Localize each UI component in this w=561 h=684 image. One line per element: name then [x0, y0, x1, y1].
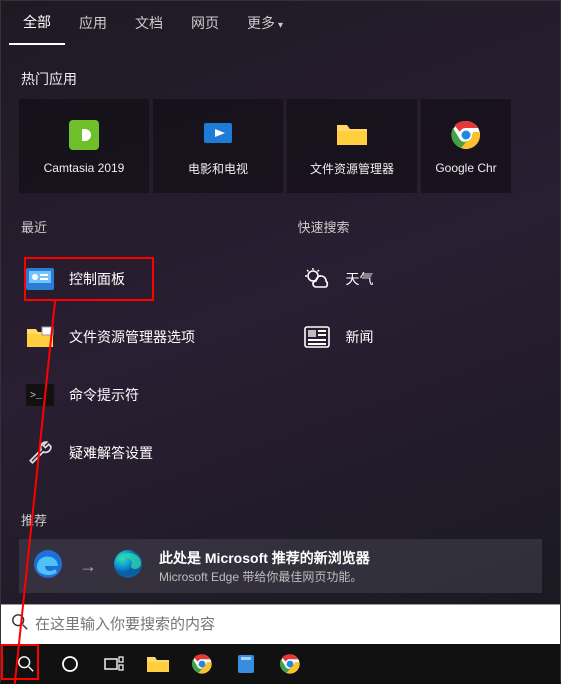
movies-icon [200, 116, 236, 152]
taskbar-explorer[interactable] [137, 645, 179, 683]
tab-more[interactable]: 更多▾ [233, 2, 297, 44]
edge-recommend-tile[interactable]: → 此处是 Microsoft 推荐的新浏览器 Microsoft Edge 带… [19, 539, 542, 593]
app-tile-explorer[interactable]: 文件资源管理器 [287, 99, 417, 193]
list-item-label: 疑难解答设置 [69, 443, 153, 463]
section-recommend: 推荐 [21, 510, 266, 529]
tab-web[interactable]: 网页 [177, 2, 233, 44]
tabs-row: 全部 应用 文档 网页 更多▾ [1, 1, 560, 45]
section-hot-apps: 热门应用 [1, 45, 560, 99]
app-tile-camtasia[interactable]: Camtasia 2019 [19, 99, 149, 193]
news-icon [302, 324, 332, 350]
recent-cmd[interactable]: >_ 命令提示符 [19, 366, 266, 424]
search-bar[interactable] [1, 604, 560, 644]
wrench-icon [25, 440, 55, 466]
quick-search-column: 快速搜索 天气 新闻 [266, 199, 543, 543]
edge-new-icon [111, 547, 145, 586]
list-item-label: 命令提示符 [69, 385, 139, 405]
taskbar-chrome-2[interactable] [269, 645, 311, 683]
recent-troubleshoot[interactable]: 疑难解答设置 [19, 424, 266, 482]
recent-explorer-options[interactable]: 文件资源管理器选项 [19, 308, 266, 366]
taskbar-app-blue[interactable] [225, 645, 267, 683]
section-quick-search: 快速搜索 [298, 217, 543, 236]
folder-options-icon [25, 324, 55, 350]
recent-column: 最近 控制面板 文件资源管理器选项 >_ 命令提示符 [19, 199, 266, 543]
tab-docs[interactable]: 文档 [121, 2, 177, 44]
taskbar [1, 644, 560, 684]
edge-subtitle: Microsoft Edge 带给你最佳网页功能。 [159, 568, 370, 585]
taskbar-taskview-button[interactable] [93, 645, 135, 683]
cmd-icon: >_ [25, 382, 55, 408]
app-tile-chrome[interactable]: Google Chr [421, 99, 511, 193]
app-tile-label: Camtasia 2019 [44, 161, 125, 175]
recent-control-panel[interactable]: 控制面板 [19, 250, 266, 308]
section-recent: 最近 [21, 217, 266, 236]
svg-text:>_: >_ [30, 391, 43, 402]
taskbar-search-button[interactable] [5, 645, 47, 683]
edge-legacy-icon [31, 547, 65, 586]
tab-more-label: 更多 [247, 15, 275, 31]
list-item-label: 新闻 [346, 327, 374, 347]
search-icon [11, 613, 29, 636]
edge-title: 此处是 Microsoft 推荐的新浏览器 [159, 548, 370, 568]
search-input[interactable] [35, 616, 550, 633]
arrow-right-icon: → [79, 556, 97, 577]
list-item-label: 天气 [346, 269, 374, 289]
hot-apps-row: Camtasia 2019 电影和电视 文件资源管理器 Google Chr [1, 99, 560, 193]
list-item-label: 文件资源管理器选项 [69, 327, 195, 347]
chevron-down-icon: ▾ [278, 20, 283, 31]
edge-text: 此处是 Microsoft 推荐的新浏览器 Microsoft Edge 带给你… [159, 548, 370, 585]
tab-apps[interactable]: 应用 [65, 2, 121, 44]
taskbar-chrome-1[interactable] [181, 645, 223, 683]
control-panel-icon [25, 266, 55, 292]
list-item-label: 控制面板 [69, 269, 125, 289]
tab-all[interactable]: 全部 [9, 1, 65, 45]
app-tile-movies[interactable]: 电影和电视 [153, 99, 283, 193]
start-search-panel: 全部 应用 文档 网页 更多▾ 热门应用 Camtasia 2019 电影和电视… [1, 1, 560, 604]
quick-weather[interactable]: 天气 [296, 250, 543, 308]
chrome-icon [448, 117, 484, 153]
app-tile-label: 文件资源管理器 [310, 160, 394, 177]
folder-icon [334, 116, 370, 152]
app-tile-label: Google Chr [435, 161, 496, 175]
taskbar-cortana-button[interactable] [49, 645, 91, 683]
weather-icon [302, 266, 332, 292]
quick-news[interactable]: 新闻 [296, 308, 543, 366]
app-tile-label: 电影和电视 [188, 160, 248, 177]
camtasia-icon [66, 117, 102, 153]
